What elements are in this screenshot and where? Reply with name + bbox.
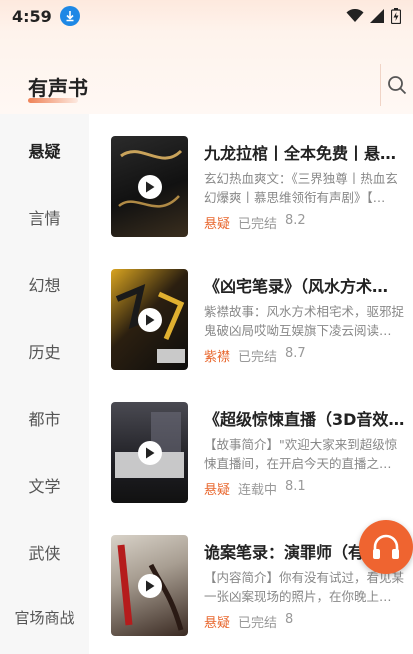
book-description: 紫襟故事：风水方术相宅术，驱邪捉鬼破凶局哎呦互娱旗下凌云阅读… bbox=[204, 304, 405, 338]
category-wuxia[interactable]: 武侠 bbox=[0, 540, 89, 564]
headphones-icon bbox=[373, 534, 399, 559]
search-button[interactable] bbox=[380, 64, 413, 106]
category-romance[interactable]: 言情 bbox=[0, 205, 89, 229]
app-header: 有声书 bbox=[0, 32, 413, 114]
book-meta: 悬疑 连载中 8.1 bbox=[204, 479, 306, 498]
category-fantasy[interactable]: 幻想 bbox=[0, 272, 89, 296]
status-time: 4:59 bbox=[12, 6, 52, 26]
book-meta: 悬疑 已完结 8.2 bbox=[204, 213, 306, 232]
search-icon bbox=[388, 76, 407, 95]
book-title[interactable]: 九龙拉棺丨全本免费丨悬… bbox=[204, 140, 408, 164]
status-bar: 4:59 bbox=[0, 0, 413, 32]
book-description: 【内容简介】你有没有试过，看见某一张凶案现场的照片，在你晚上… bbox=[204, 570, 405, 604]
book-description: 【故事简介】"欢迎大家来到超级惊悚直播间，在开启今天的直播之… bbox=[204, 437, 398, 471]
category-literature[interactable]: 文学 bbox=[0, 473, 89, 497]
book-tag: 紫襟 bbox=[204, 350, 231, 365]
battery-icon bbox=[391, 8, 401, 24]
book-tag: 悬疑 bbox=[204, 616, 231, 631]
category-sidebar: 悬疑 言情 幻想 历史 都市 文学 武侠 官场商战 bbox=[0, 114, 89, 654]
book-list: 九龙拉棺丨全本免费丨悬… 玄幻热血爽文：《三界独尊丨热血玄幻爆爽丨慕思维领衔有声… bbox=[89, 114, 413, 654]
play-icon[interactable] bbox=[138, 441, 162, 465]
audio-player-button[interactable] bbox=[359, 520, 413, 574]
play-icon[interactable] bbox=[138, 175, 162, 199]
page-title: 有声书 bbox=[28, 76, 88, 100]
book-status: 已完结 bbox=[238, 616, 278, 631]
book-item[interactable]: 九龙拉棺丨全本免费丨悬… 玄幻热血爽文：《三界独尊丨热血玄幻爆爽丨慕思维领衔有声… bbox=[89, 114, 413, 237]
book-cover[interactable] bbox=[111, 269, 188, 370]
download-icon bbox=[59, 6, 80, 26]
category-urban[interactable]: 都市 bbox=[0, 406, 89, 430]
book-description: 玄幻热血爽文：《三界独尊丨热血玄幻爆爽丨慕思维领衔有声剧》【… bbox=[204, 171, 398, 205]
book-cover[interactable] bbox=[111, 402, 188, 503]
play-icon[interactable] bbox=[138, 308, 162, 332]
book-score: 8 bbox=[285, 612, 294, 627]
book-score: 8.7 bbox=[285, 346, 306, 361]
category-officialdom-business[interactable]: 官场商战 bbox=[0, 607, 89, 628]
book-item[interactable]: 《超级惊悚直播（3D音效… 【故事简介】"欢迎大家来到超级惊悚直播间，在开启今天… bbox=[89, 380, 413, 503]
book-cover[interactable] bbox=[111, 535, 188, 636]
status-icons bbox=[346, 8, 401, 24]
book-meta: 紫襟 已完结 8.7 bbox=[204, 346, 306, 365]
book-status: 已完结 bbox=[238, 217, 278, 232]
book-tag: 悬疑 bbox=[204, 483, 231, 498]
book-score: 8.1 bbox=[285, 479, 306, 494]
book-status: 已完结 bbox=[238, 350, 278, 365]
title-underline bbox=[28, 98, 78, 103]
book-item[interactable]: 《凶宅笔录》（风水方术… 紫襟故事：风水方术相宅术，驱邪捉鬼破凶局哎呦互娱旗下凌… bbox=[89, 247, 413, 370]
book-status: 连载中 bbox=[238, 483, 278, 498]
category-suspense[interactable]: 悬疑 bbox=[0, 138, 89, 162]
book-score: 8.2 bbox=[285, 213, 306, 228]
book-tag: 悬疑 bbox=[204, 217, 231, 232]
play-icon[interactable] bbox=[138, 574, 162, 598]
book-cover[interactable] bbox=[111, 136, 188, 237]
wifi-icon bbox=[346, 9, 364, 22]
book-meta: 悬疑 已完结 8 bbox=[204, 612, 293, 631]
signal-icon bbox=[370, 9, 384, 23]
book-title[interactable]: 《超级惊悚直播（3D音效… bbox=[204, 406, 408, 430]
category-history[interactable]: 历史 bbox=[0, 339, 89, 363]
book-title[interactable]: 《凶宅笔录》（风水方术… bbox=[204, 273, 408, 297]
